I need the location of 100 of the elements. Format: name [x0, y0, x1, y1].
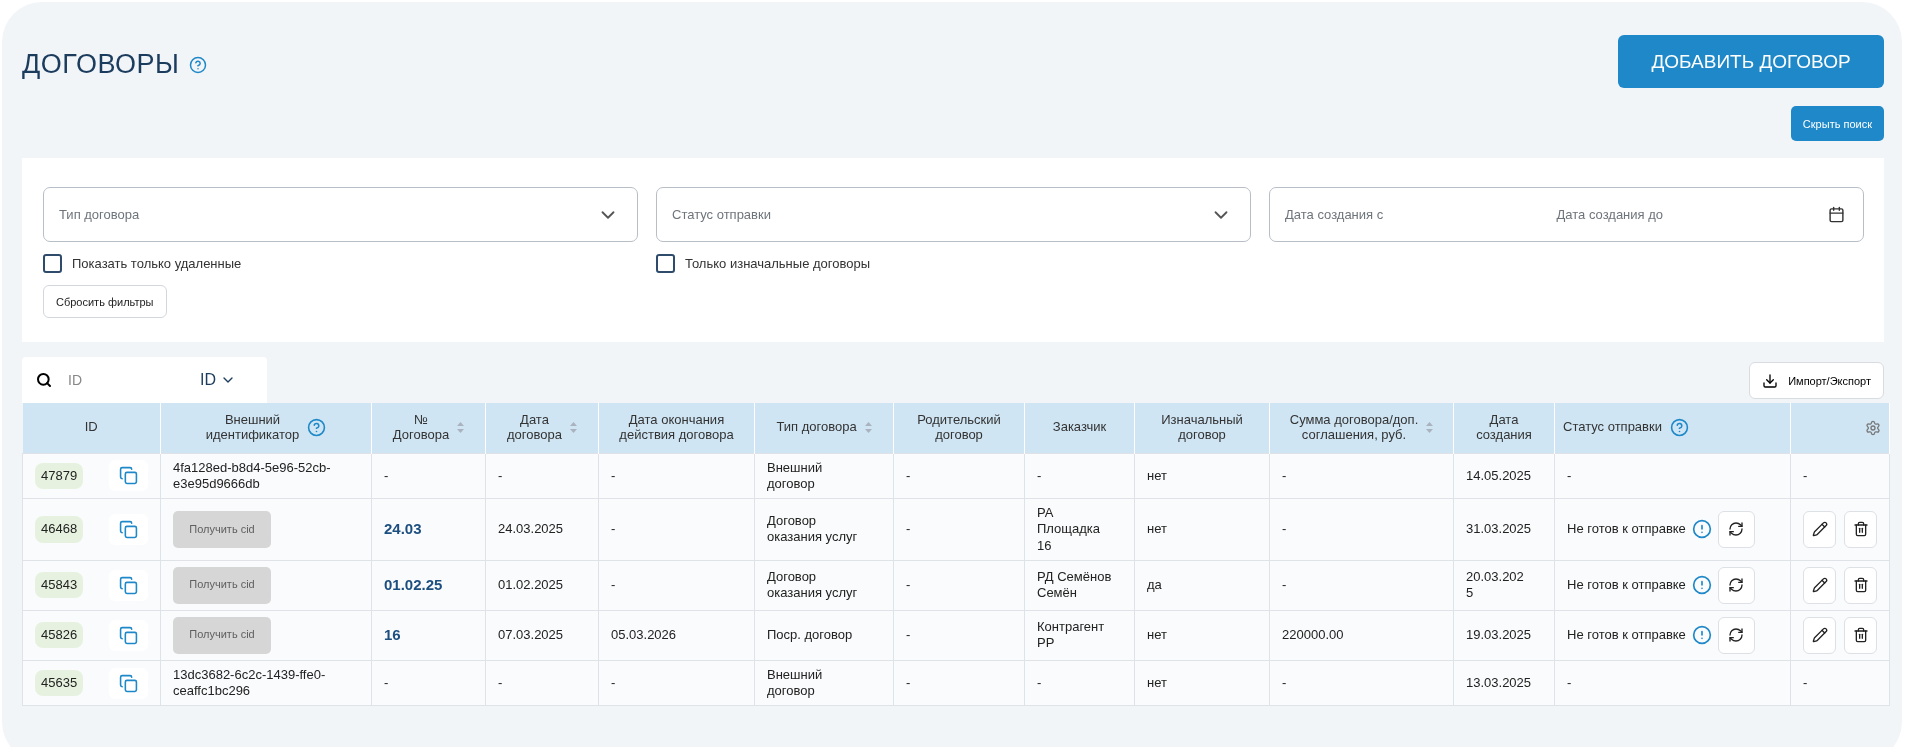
warning-icon — [1691, 575, 1712, 596]
refresh-button[interactable] — [1717, 510, 1755, 548]
contract-type: Договор оказания услуг — [767, 569, 858, 601]
column-header-label: № Договора — [392, 412, 450, 443]
column-header-label: Тип договора — [776, 420, 857, 436]
customer-name: РА Площадка 16 — [1037, 505, 1101, 553]
copy-icon — [119, 673, 138, 693]
contract-number-link[interactable]: 16 — [384, 625, 401, 643]
add-contract-button[interactable]: ДОБАВИТЬ ДОГОВОР — [1618, 35, 1884, 88]
checkbox[interactable] — [656, 254, 675, 273]
contract-number-text: - — [384, 467, 389, 483]
created-date: 13.03.2025 — [1466, 674, 1532, 690]
contract-sum: 220000.00 — [1282, 627, 1344, 643]
import-export-button[interactable]: Импорт/Экспорт — [1749, 362, 1884, 399]
refresh-icon — [1728, 577, 1745, 594]
hide-search-button[interactable]: Скрыть поиск — [1790, 106, 1884, 141]
trash-icon — [1852, 577, 1869, 594]
column-header-label: Статус отправки — [1563, 420, 1662, 436]
pencil-icon — [1811, 577, 1828, 594]
created-date: 19.03.2025 — [1466, 627, 1532, 643]
download-icon — [1762, 372, 1779, 389]
contract-type: Внешний договор — [767, 666, 823, 698]
refresh-icon — [1728, 521, 1745, 538]
settings-icon[interactable] — [1865, 419, 1881, 436]
edit-button[interactable] — [1803, 616, 1836, 654]
column-header-label: Заказчик — [1052, 420, 1107, 436]
contract-number-link[interactable]: 01.02.25 — [384, 575, 443, 593]
delete-button[interactable] — [1844, 510, 1877, 548]
contract-date: 01.02.2025 — [498, 577, 564, 593]
search-icon — [36, 372, 52, 388]
parent-contract: - — [906, 577, 911, 593]
copy-icon — [119, 625, 138, 645]
customer-name: РД Семёнов Семён — [1037, 569, 1112, 601]
column-header-label: Дата создания — [1476, 412, 1532, 443]
id-badge: 45826 — [35, 622, 84, 649]
select-field[interactable]: Тип договора — [43, 187, 638, 242]
copy-button[interactable] — [109, 619, 148, 651]
send-status: Не готов к отправке — [1567, 627, 1686, 644]
original-flag-text: нет — [1147, 467, 1167, 483]
help-icon[interactable] — [189, 55, 208, 74]
send-status: Не готов к отправке — [1567, 577, 1686, 594]
original-flag-text: нет — [1147, 627, 1167, 643]
send-status: Не готов к отправке — [1567, 521, 1686, 538]
parent-contract: - — [906, 627, 911, 643]
copy-button[interactable] — [109, 667, 148, 699]
copy-icon — [119, 519, 138, 539]
contract-sum: - — [1282, 577, 1287, 593]
send-status: - — [1567, 467, 1572, 483]
delete-button[interactable] — [1844, 566, 1877, 604]
help-icon[interactable] — [307, 418, 327, 438]
copy-icon — [119, 466, 138, 486]
contract-date: 24.03.2025 — [498, 521, 564, 537]
end-date: - — [611, 521, 616, 537]
contract-type: Поср. договор — [767, 627, 853, 643]
checkbox[interactable] — [43, 254, 62, 273]
contract-type: Договор оказания услуг — [767, 513, 858, 545]
customer-name: Контрагент РР — [1037, 619, 1105, 651]
empty-actions-text: - — [1803, 467, 1808, 483]
contract-date: 07.03.2025 — [498, 627, 564, 643]
empty-actions-text: - — [1803, 674, 1808, 690]
refresh-button[interactable] — [1717, 616, 1755, 654]
checkbox-label: Показать только удаленные — [72, 256, 242, 271]
column-header-label: Дата договора — [507, 412, 562, 443]
refresh-button[interactable] — [1717, 566, 1755, 604]
copy-button[interactable] — [109, 569, 148, 601]
delete-button[interactable] — [1844, 616, 1877, 654]
warning-icon — [1691, 625, 1712, 646]
help-icon[interactable] — [1669, 418, 1689, 438]
customer-name: - — [1037, 467, 1042, 483]
select-field[interactable]: Статус отправки — [656, 187, 1251, 242]
copy-button[interactable] — [109, 460, 148, 492]
column-header-label: Сумма договора/доп. соглашения, руб. — [1289, 412, 1419, 443]
calendar-icon[interactable] — [1828, 206, 1845, 223]
end-date: - — [611, 674, 616, 690]
contract-number-text: - — [384, 674, 389, 690]
end-date: - — [611, 577, 616, 593]
column-header-label: Изначальный договор — [1161, 412, 1243, 443]
column-header-label: Дата окончания действия договора — [619, 412, 734, 443]
search-field-selector[interactable]: ID — [200, 371, 236, 389]
contract-number-link[interactable]: 24.03 — [384, 520, 422, 537]
reset-filters-button[interactable]: Сбросить фильтры — [43, 285, 167, 318]
copy-icon — [119, 575, 138, 595]
contract-sum: - — [1282, 467, 1287, 483]
search-field[interactable]: ID — [66, 371, 186, 389]
date-range-field[interactable]: Дата создания с Дата создания до — [1269, 187, 1864, 242]
copy-button[interactable] — [109, 513, 148, 545]
contract-sum: - — [1282, 674, 1287, 690]
id-badge: 45843 — [35, 572, 84, 599]
end-date: - — [611, 467, 616, 483]
id-badge: 45635 — [35, 669, 84, 697]
pencil-icon — [1811, 627, 1828, 644]
column-header-label: ID — [84, 420, 98, 436]
page-title: ДОГОВОРЫ — [22, 49, 180, 80]
edit-button[interactable] — [1803, 510, 1836, 548]
id-badge: 46468 — [35, 516, 84, 543]
pencil-icon — [1811, 521, 1828, 538]
original-flag-text: да — [1147, 577, 1162, 593]
edit-button[interactable] — [1803, 566, 1836, 604]
parent-contract: - — [906, 674, 911, 690]
created-date: 31.03.2025 — [1466, 521, 1532, 537]
